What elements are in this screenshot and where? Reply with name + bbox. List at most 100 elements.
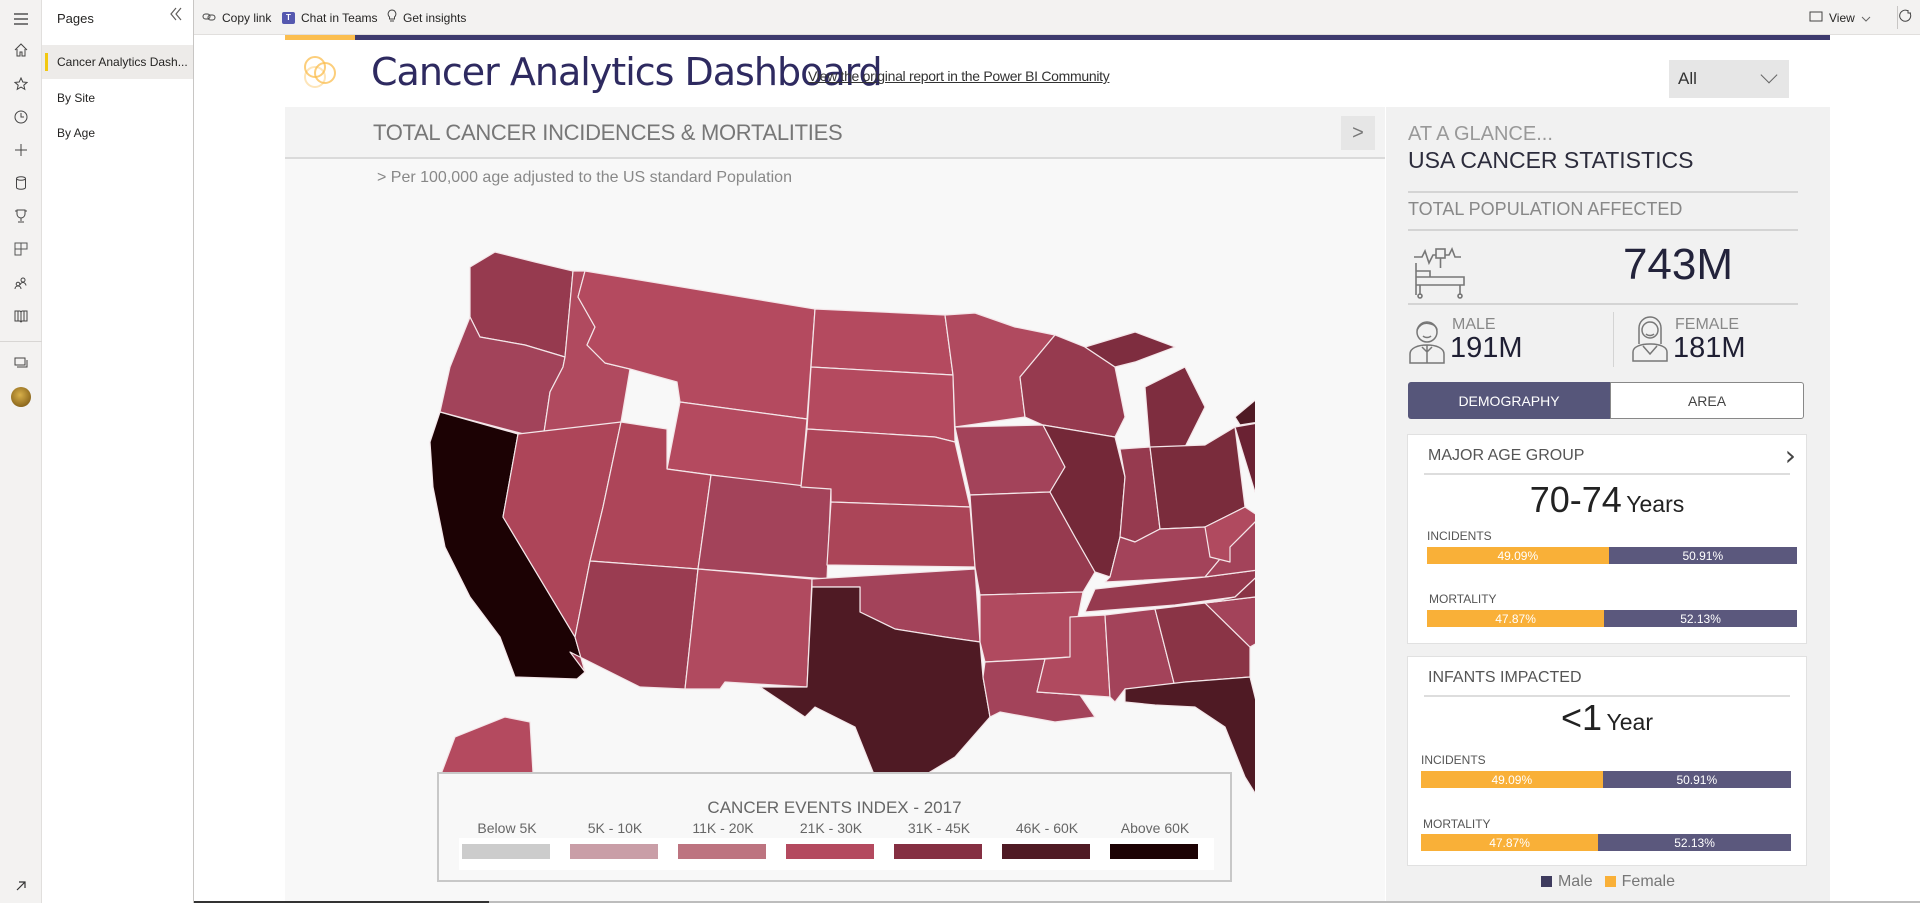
major-age-group-card: MAJOR AGE GROUP › 70-74 Years INCIDENTS …	[1407, 434, 1807, 644]
state-ar[interactable]	[979, 591, 1084, 663]
legend-swatch	[894, 844, 982, 859]
get-insights-label: Get insights	[403, 10, 467, 25]
page-item-by-age[interactable]: By Age	[42, 116, 193, 150]
collapse-pane-icon[interactable]	[168, 6, 188, 28]
legend-items: Below 5K 5K - 10K 11K - 20K 21K - 30K 31K - …	[459, 820, 1214, 870]
book-icon[interactable]	[11, 306, 31, 326]
infant-age-number: <1	[1561, 697, 1603, 738]
layout-icon[interactable]	[11, 239, 31, 259]
chevron-down-icon	[1861, 11, 1871, 25]
legend-swatch	[1002, 844, 1090, 859]
chat-in-teams-label: Chat in Teams	[301, 10, 378, 25]
page-item-cancer-analytics[interactable]: Cancer Analytics Dash...	[42, 45, 193, 79]
female-segment: 49.09%	[1427, 547, 1609, 564]
female-segment: 47.87%	[1427, 610, 1605, 627]
divider	[1408, 191, 1798, 193]
stats-title: USA CANCER STATISTICS	[1408, 147, 1694, 173]
report-toolbar: Copy link T Chat in Teams Get insights V…	[194, 0, 1920, 35]
mortality-bar: 47.87% 52.13%	[1427, 610, 1797, 627]
us-choropleth-map[interactable]	[415, 217, 1255, 857]
legend-male-label: Male	[1557, 873, 1593, 890]
legend-title: CANCER EVENTS INDEX - 2017	[707, 798, 962, 817]
legend-swatch	[678, 844, 766, 859]
state-nm[interactable]	[684, 568, 813, 690]
copy-link-button[interactable]: Copy link	[202, 0, 271, 35]
mortality-bar: 47.87% 52.13%	[1421, 834, 1791, 851]
infant-age-value: <1 Year	[1408, 697, 1806, 739]
home-icon[interactable]	[11, 40, 31, 60]
legend-item-label: 11K - 20K	[692, 820, 754, 836]
legend-male: Male	[1540, 873, 1593, 891]
state-ny[interactable]	[1234, 327, 1255, 432]
legend-item-label: 21K - 30K	[799, 820, 863, 836]
refresh-icon	[1899, 9, 1913, 26]
female-person-icon	[1632, 316, 1668, 362]
report-title: Cancer Analytics Dashboard	[371, 50, 883, 94]
mortality-label: MORTALITY	[1423, 817, 1491, 831]
female-segment: 49.09%	[1421, 771, 1603, 788]
tab-area[interactable]: AREA	[1610, 382, 1804, 419]
female-swatch	[1604, 876, 1616, 888]
page-item-label: By Age	[57, 126, 96, 140]
hamburger-menu-icon[interactable]	[11, 9, 31, 29]
chevron-right-icon: >	[1352, 121, 1364, 144]
copy-link-label: Copy link	[222, 10, 272, 25]
tab-demography[interactable]: DEMOGRAPHY	[1408, 382, 1610, 419]
legend-swatch	[786, 844, 874, 859]
workspaces-icon[interactable]	[11, 353, 31, 373]
total-population-label: TOTAL POPULATION AFFECTED	[1408, 199, 1683, 219]
incidents-bar: 49.09% 50.91%	[1421, 771, 1791, 788]
plus-icon[interactable]	[11, 140, 31, 160]
male-person-icon	[1409, 321, 1445, 364]
legend-item-label: Below 5K	[477, 820, 537, 836]
link-icon	[202, 11, 216, 25]
chat-in-teams-button[interactable]: T Chat in Teams	[282, 0, 377, 35]
incidents-label: INCIDENTS	[1421, 753, 1486, 767]
gender-legend: Male Female	[1386, 873, 1830, 891]
star-icon[interactable]	[11, 74, 31, 94]
legend-item-label: 31K - 45K	[907, 820, 971, 836]
state-az[interactable]	[569, 560, 699, 690]
expand-icon[interactable]	[11, 876, 31, 896]
total-population-value: 743M	[1622, 240, 1734, 289]
trophy-icon[interactable]	[11, 206, 31, 226]
power-bi-app: Pages Cancer Analytics Dash... By Site B…	[0, 0, 1920, 903]
nav-rail	[0, 0, 42, 903]
map-next-button[interactable]: >	[1341, 116, 1375, 150]
state-ks[interactable]	[826, 501, 976, 568]
page-item-label: By Site	[57, 91, 96, 105]
view-menu-button[interactable]: View	[1809, 0, 1871, 35]
page-item-label: Cancer Analytics Dash...	[57, 55, 188, 69]
age-group-number: 70-74	[1529, 479, 1622, 520]
legend-swatch	[1110, 844, 1198, 859]
community-report-link[interactable]: View the original report in the Power BI…	[808, 68, 1110, 84]
legend-female: Female	[1604, 873, 1675, 891]
clock-icon[interactable]	[11, 107, 31, 127]
database-icon[interactable]	[11, 173, 31, 193]
refresh-button[interactable]	[1899, 0, 1913, 35]
lightbulb-icon	[387, 9, 397, 26]
map-panel-title: TOTAL CANCER INCIDENCES & MORTALITIES	[373, 120, 843, 145]
chevron-right-icon[interactable]: ›	[1785, 439, 1796, 472]
hospital-bed-icon	[1414, 247, 1465, 299]
get-insights-button[interactable]: Get insights	[387, 0, 466, 35]
page-item-by-site[interactable]: By Site	[42, 81, 193, 115]
filter-slicer-dropdown[interactable]: All	[1669, 60, 1789, 98]
people-icon[interactable]	[11, 273, 31, 293]
male-segment: 50.91%	[1608, 547, 1797, 564]
divider	[1408, 303, 1798, 305]
legend-swatch	[570, 844, 658, 859]
view-label: View	[1829, 10, 1855, 25]
divider	[1408, 229, 1798, 231]
infants-impacted-card: INFANTS IMPACTED <1 Year INCIDENTS 49.09…	[1407, 656, 1807, 866]
state-nd[interactable]	[810, 308, 954, 376]
state-co[interactable]	[697, 474, 832, 580]
view-toggle: DEMOGRAPHY AREA	[1408, 382, 1804, 419]
map-panel-header: TOTAL CANCER INCIDENCES & MORTALITIES >	[285, 107, 1385, 159]
legend-item-label: 5K - 10K	[587, 820, 643, 836]
male-value: 191M	[1450, 332, 1523, 364]
age-group-unit: Years	[1626, 491, 1685, 517]
incidents-label: INCIDENTS	[1427, 529, 1492, 543]
avatar[interactable]	[11, 387, 31, 407]
female-value: 181M	[1673, 332, 1746, 364]
